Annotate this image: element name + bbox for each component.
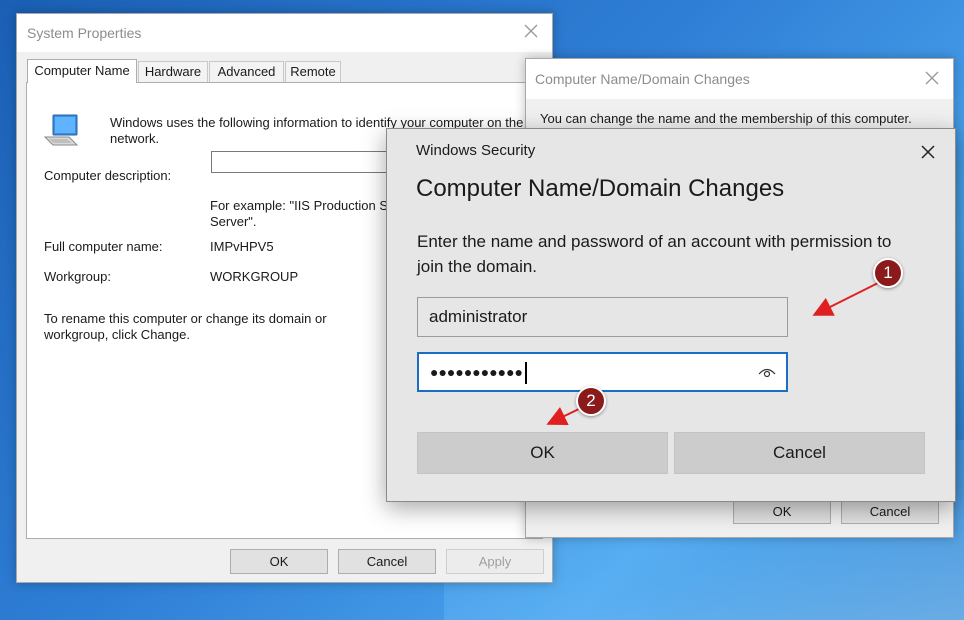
eye-icon[interactable] — [758, 365, 776, 379]
text-caret — [525, 361, 528, 384]
prompt-text-line1: Enter the name and password of an accoun… — [417, 232, 892, 251]
rename-instructions-line2: workgroup, click Change. — [44, 327, 190, 342]
tab-hardware[interactable]: Hardware — [138, 61, 208, 82]
rename-instructions-line1: To rename this computer or change its do… — [44, 311, 327, 326]
windows-security-dialog: Windows Security Computer Name/Domain Ch… — [386, 128, 956, 502]
username-value: administrator — [429, 307, 528, 326]
ok-button[interactable]: OK — [417, 432, 668, 474]
example-text-line1: For example: "IIS Production S — [210, 198, 389, 213]
domain-changes-description: You can change the name and the membersh… — [540, 111, 912, 126]
apply-button[interactable]: Apply — [446, 549, 544, 574]
ok-button[interactable]: OK — [230, 549, 328, 574]
window-title: Computer Name/Domain Changes — [535, 71, 750, 87]
tab-remote[interactable]: Remote — [285, 61, 341, 82]
dialog-caption: Windows Security — [416, 142, 536, 159]
password-mask: ●●●●●●●●●●● — [430, 364, 524, 380]
close-icon[interactable] — [923, 69, 941, 87]
dialog-heading: Computer Name/Domain Changes — [416, 175, 785, 202]
computer-description-label: Computer description: — [44, 168, 172, 183]
close-icon[interactable] — [522, 22, 540, 40]
workgroup-label: Workgroup: — [44, 269, 111, 284]
close-icon[interactable] — [918, 142, 938, 162]
cancel-button[interactable]: Cancel — [841, 499, 939, 524]
cancel-button[interactable]: Cancel — [674, 432, 925, 474]
password-input[interactable]: ●●●●●●●●●●● — [417, 352, 788, 392]
step-badge-2: 2 — [576, 386, 606, 416]
domain-changes-titlebar: Computer Name/Domain Changes — [526, 59, 953, 99]
system-properties-titlebar: System Properties — [17, 14, 552, 52]
full-computer-name-value: IMPvHPV5 — [210, 239, 274, 254]
example-text-line2: Server". — [210, 214, 257, 229]
full-computer-name-label: Full computer name: — [44, 239, 163, 254]
tab-computer-name[interactable]: Computer Name — [27, 59, 137, 83]
computer-icon — [43, 114, 79, 146]
username-input[interactable]: administrator — [417, 297, 788, 337]
window-title: System Properties — [27, 25, 142, 41]
cancel-button[interactable]: Cancel — [338, 549, 436, 574]
tab-advanced[interactable]: Advanced — [209, 61, 284, 82]
workgroup-value: WORKGROUP — [210, 269, 299, 284]
prompt-text-line2: join the domain. — [417, 257, 538, 276]
ok-button[interactable]: OK — [733, 499, 831, 524]
step-badge-1: 1 — [873, 258, 903, 288]
